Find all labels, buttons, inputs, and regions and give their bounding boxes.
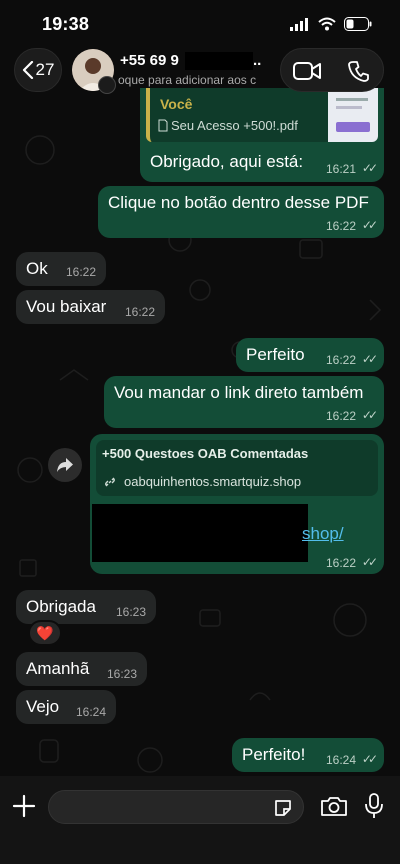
message-bubble[interactable]: Clique no botão dentro desse PDF 16:22 ✓…	[98, 186, 384, 238]
message-time: 16:22	[325, 219, 356, 233]
battery-icon	[344, 17, 372, 31]
message-time: 16:22	[65, 265, 96, 279]
sticker-icon[interactable]	[273, 798, 293, 818]
voice-call-button[interactable]	[333, 49, 385, 93]
message-text: Vejo	[26, 697, 60, 716]
message-text: Perfeito!	[242, 745, 306, 764]
message-text: Obrigado, aqui está:	[150, 152, 304, 171]
quoted-file: Seu Acesso +500!.pdf	[158, 118, 298, 134]
redacted-block	[92, 504, 308, 562]
forward-button[interactable]	[48, 448, 82, 482]
read-ticks-icon: ✓✓	[361, 555, 378, 569]
redacted-block	[185, 52, 253, 70]
message-text: Clique no botão dentro desse PDF	[108, 193, 369, 212]
link-preview[interactable]: +500 Questoes OAB Comentadas oabquinhent…	[96, 440, 378, 496]
message-time: 16:24	[325, 753, 356, 767]
message-text: Vou baixar	[26, 297, 107, 316]
status-ring-icon	[98, 76, 116, 94]
forward-icon	[57, 458, 73, 472]
message-bubble[interactable]: Vou baixar 16:22	[16, 290, 165, 324]
video-call-button[interactable]	[281, 49, 333, 93]
plus-icon	[12, 794, 36, 818]
message-bubble[interactable]: Vejo 16:24	[16, 690, 116, 724]
message-bubble[interactable]: Obrigada 16:23	[16, 590, 156, 624]
chat-header: 27 +55 69 9... oque para adicionar aos c	[0, 42, 400, 102]
message-time: 16:22	[325, 409, 356, 423]
message-time: 16:22	[124, 305, 155, 319]
camera-button[interactable]	[320, 794, 348, 818]
reaction-badge[interactable]: ❤️	[28, 620, 62, 646]
wifi-icon	[318, 17, 336, 31]
read-ticks-icon: ✓✓	[361, 352, 378, 366]
unread-count: 27	[35, 60, 55, 79]
attach-button[interactable]	[10, 792, 38, 820]
camera-icon	[321, 797, 347, 816]
message-text: Amanhã	[26, 659, 90, 678]
read-ticks-icon: ✓✓	[361, 752, 378, 766]
call-actions	[280, 48, 384, 92]
microphone-icon	[365, 793, 383, 818]
link-preview-url: oabquinhentos.smartquiz.shop	[124, 474, 302, 489]
status-time: 19:38	[42, 14, 90, 34]
message-bubble[interactable]: Amanhã 16:23	[16, 652, 147, 686]
pdf-icon	[158, 119, 168, 132]
message-text: Vou mandar o link direto também	[114, 383, 364, 402]
message-time: 16:22	[325, 353, 356, 367]
message-bubble[interactable]: Vou mandar o link direto também 16:22 ✓✓	[104, 376, 384, 428]
read-ticks-icon: ✓✓	[361, 408, 378, 422]
message-text: Perfeito	[246, 345, 305, 364]
link-message-bubble[interactable]: +500 Questoes OAB Comentadas oabquinhent…	[90, 434, 384, 574]
link-icon	[105, 477, 115, 487]
message-time: 16:23	[106, 667, 137, 681]
chevron-left-icon	[22, 61, 33, 79]
message-text: Ok	[26, 259, 48, 278]
message-bubble[interactable]: Perfeito 16:22 ✓✓	[236, 338, 384, 372]
phone-icon	[348, 61, 369, 82]
message-bubble[interactable]: Perfeito! 16:24 ✓✓	[232, 738, 384, 772]
read-ticks-icon: ✓✓	[361, 161, 378, 175]
status-icons	[290, 17, 372, 31]
back-button[interactable]: 27	[14, 48, 62, 92]
message-input[interactable]	[48, 790, 304, 824]
composer-bar	[0, 776, 400, 864]
cellular-signal-icon	[290, 17, 308, 31]
message-time: 16:21	[325, 162, 356, 176]
microphone-button[interactable]	[364, 792, 384, 820]
video-call-icon	[293, 62, 321, 80]
pdf-message-bubble[interactable]: Você Seu Acesso +500!.pdf Obrigado, aqui…	[140, 88, 384, 182]
message-time: 16:23	[115, 605, 146, 619]
message-text: Obrigada	[26, 597, 96, 616]
read-ticks-icon: ✓✓	[361, 218, 378, 232]
link-preview-title: +500 Questoes OAB Comentadas	[102, 446, 309, 461]
message-link[interactable]: shop/	[302, 524, 344, 544]
contact-subtitle: oque para adicionar aos c	[118, 73, 257, 87]
message-time: 16:24	[75, 705, 106, 719]
message-bubble[interactable]: Ok 16:22	[16, 252, 106, 286]
message-time: 16:22	[325, 556, 356, 570]
